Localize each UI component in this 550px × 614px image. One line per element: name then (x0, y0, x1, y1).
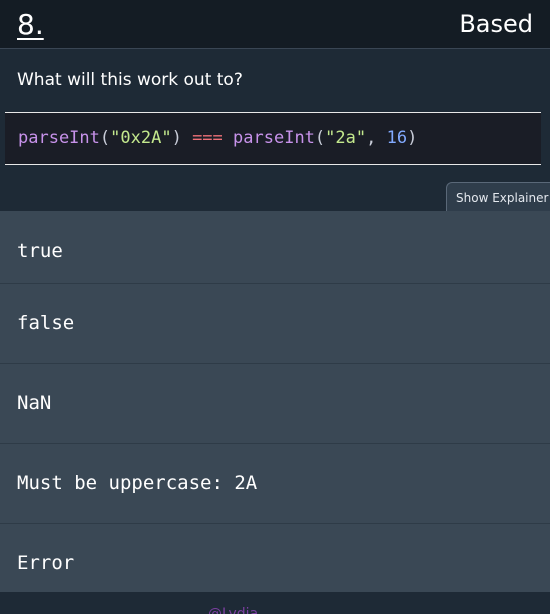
answer-option[interactable]: false (0, 284, 550, 364)
answer-option[interactable]: Must be uppercase: 2A (0, 444, 550, 524)
question-number: 8. (17, 8, 44, 41)
question-title: Based (459, 10, 533, 38)
quiz-header: 8. Based (0, 0, 550, 49)
show-explainer-button[interactable]: Show Explainer (446, 182, 550, 212)
code-token: 16 (386, 128, 408, 148)
code-token: ( (314, 128, 326, 148)
code-token: "2a" (325, 128, 367, 148)
answer-option[interactable]: NaN (0, 364, 550, 444)
code-token: === (192, 128, 223, 148)
code-token: ) (407, 128, 418, 148)
code-token: ) (171, 128, 182, 148)
code-token: parseInt (18, 128, 100, 148)
answer-option[interactable]: true (0, 211, 550, 284)
footer: @Lydia (0, 592, 550, 614)
code-token: , (366, 128, 387, 148)
code-snippet: parseInt("0x2A") === parseInt("2a", 16) (5, 112, 541, 165)
question-prompt: What will this work out to? (17, 70, 243, 90)
code-token: parseInt (233, 128, 315, 148)
footer-link[interactable]: @Lydia (208, 606, 258, 614)
code-token: "0x2A" (110, 128, 172, 148)
code-token: ( (99, 128, 111, 148)
answer-option[interactable]: Error (0, 524, 550, 592)
answer-list: true false NaN Must be uppercase: 2A Err… (0, 211, 550, 592)
